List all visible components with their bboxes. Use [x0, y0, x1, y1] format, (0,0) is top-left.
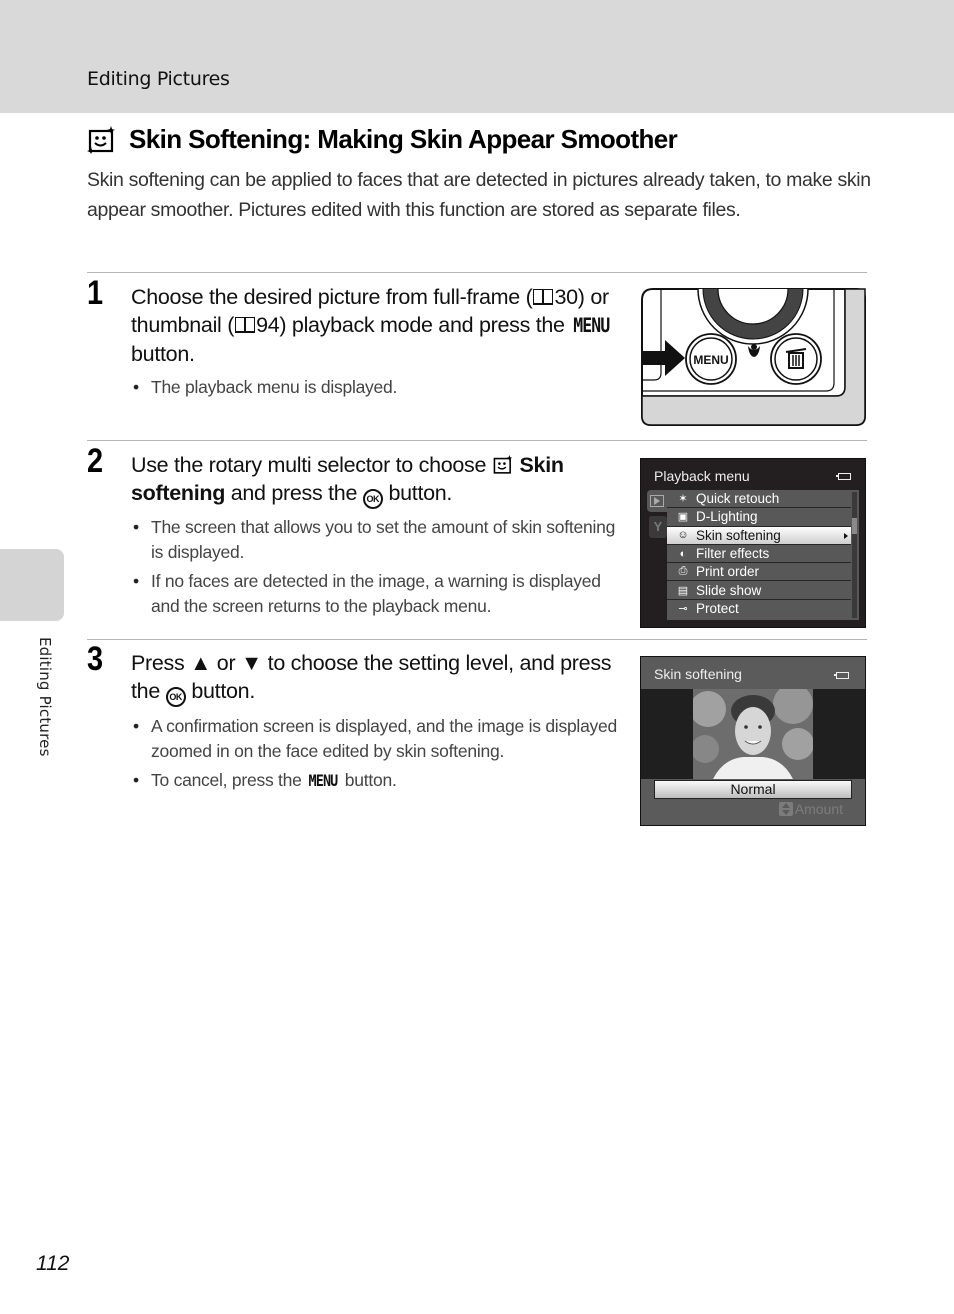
- slide-show-icon: ▤: [677, 584, 689, 597]
- up-down-icon: [778, 802, 793, 816]
- text: and press the: [225, 481, 363, 505]
- page-title: Skin Softening: Making Skin Appear Smoot…: [87, 124, 678, 155]
- menu-item-label: Protect: [696, 601, 739, 617]
- bullet-item: The screen that allows you to set the am…: [131, 515, 621, 565]
- playback-menu-screen: Playback menu Y ✶ Quick retouch ▣ D-Lightin…: [640, 458, 866, 628]
- step-number: 3: [87, 640, 104, 678]
- submenu-arrow-icon: [844, 532, 848, 539]
- scrollbar[interactable]: [852, 492, 857, 618]
- filter-effects-icon: ◐: [679, 547, 687, 560]
- divider: [87, 639, 867, 640]
- protect-key-icon: ⊸: [678, 603, 688, 616]
- text: or: [211, 651, 241, 675]
- down-arrow-icon: ▼: [241, 651, 262, 675]
- menu-item-label: D-Lighting: [696, 509, 758, 525]
- text: button.: [131, 342, 195, 366]
- menu-item-filter-effects[interactable]: ◐ Filter effects: [667, 545, 851, 564]
- section-title: Editing Pictures: [87, 68, 230, 90]
- amount-value-selector[interactable]: Normal: [654, 780, 852, 799]
- battery-icon: [834, 672, 849, 679]
- menu-item-skin-softening[interactable]: ☺ Skin softening: [667, 526, 851, 545]
- page-number: 112: [36, 1252, 70, 1275]
- menu-button-glyph: MENU: [573, 314, 611, 337]
- menu-panel: ✶ Quick retouch ▣ D-Lighting ☺ Skin softening…: [667, 490, 859, 620]
- book-reference-icon: [533, 289, 554, 305]
- text: button.: [382, 481, 453, 505]
- step-3-heading: Press ▲ or ▼ to choose the setting level…: [131, 649, 631, 707]
- print-order-icon: ⎙: [678, 565, 688, 578]
- menu-item-quick-retouch[interactable]: ✶ Quick retouch: [667, 490, 851, 509]
- face-photo: [693, 689, 813, 779]
- step-2-bullets: The screen that allows you to set the am…: [131, 515, 621, 623]
- step-number: 1: [87, 274, 104, 312]
- amount-hint: Amount: [778, 801, 843, 817]
- bullet-item: The playback menu is displayed.: [131, 375, 621, 400]
- side-tab: [0, 549, 64, 621]
- menu-tabs: Y: [647, 490, 669, 620]
- text: To cancel, press the: [151, 770, 307, 790]
- menu-list: ✶ Quick retouch ▣ D-Lighting ☺ Skin softening…: [667, 490, 851, 618]
- wrench-icon: Y: [653, 519, 663, 534]
- scrollbar-thumb[interactable]: [852, 518, 857, 534]
- menu-item-label: Slide show: [696, 582, 762, 598]
- screen-title: Skin softening: [654, 666, 742, 682]
- quick-retouch-icon: ✶: [678, 493, 688, 506]
- hint-label: Amount: [794, 801, 843, 817]
- side-tab-label: Editing Pictures: [36, 637, 54, 757]
- ok-button-icon: OK: [165, 687, 186, 707]
- menu-button-glyph: MENU: [308, 771, 339, 790]
- menu-item-print-order[interactable]: ⎙ Print order: [667, 563, 851, 582]
- menu-item-label: Skin softening: [696, 527, 781, 543]
- screen-title: Playback menu: [654, 468, 750, 484]
- menu-item-label: Quick retouch: [696, 491, 780, 507]
- text: button.: [185, 679, 255, 703]
- ok-button-icon: OK: [362, 489, 383, 509]
- divider: [87, 272, 867, 273]
- bullet-item: To cancel, press the MENU button.: [131, 768, 621, 793]
- text: Use the rotary multi selector to choose: [131, 453, 492, 477]
- text: ) playback mode and press the: [279, 313, 571, 337]
- skin-softening-screen: Skin softening Normal Amount: [640, 656, 866, 826]
- step-1-heading: Choose the desired picture from full-fra…: [131, 283, 631, 368]
- header-band: Editing Pictures: [0, 0, 954, 113]
- step-3-bullets: A confirmation screen is displayed, and …: [131, 714, 621, 797]
- step-2-heading: Use the rotary multi selector to choose …: [131, 451, 631, 509]
- camera-illustration: MENU: [641, 288, 866, 426]
- page-reference: 94: [256, 313, 280, 337]
- menu-item-label: Print order: [696, 564, 760, 580]
- menu-item-label: Filter effects: [696, 546, 770, 562]
- menu-item-d-lighting[interactable]: ▣ D-Lighting: [667, 508, 851, 527]
- text: Choose the desired picture from full-fra…: [131, 285, 533, 309]
- text: button.: [340, 770, 397, 790]
- page-reference: 30: [554, 285, 578, 309]
- menu-item-slide-show[interactable]: ▤ Slide show: [667, 581, 851, 600]
- skin-softening-icon: ☺: [677, 529, 689, 542]
- setup-tab[interactable]: Y: [649, 516, 667, 538]
- bullet-item: If no faces are detected in the image, a…: [131, 569, 621, 619]
- playback-icon: [650, 495, 664, 507]
- intro-paragraph: Skin softening can be applied to faces t…: [87, 169, 871, 221]
- d-lighting-icon: ▣: [677, 511, 689, 524]
- divider: [87, 440, 867, 441]
- bullet-item: A confirmation screen is displayed, and …: [131, 714, 621, 764]
- skin-softening-icon: [87, 125, 115, 154]
- step-number: 2: [87, 442, 104, 480]
- photo-area: [641, 689, 865, 779]
- page-title-text: Skin Softening: Making Skin Appear Smoot…: [129, 124, 678, 154]
- up-arrow-icon: ▲: [190, 651, 212, 675]
- skin-softening-icon: [493, 455, 513, 474]
- battery-icon: [836, 473, 851, 480]
- menu-item-protect[interactable]: ⊸ Protect: [667, 600, 851, 618]
- menu-button-label: MENU: [693, 353, 728, 367]
- step-1-bullets: The playback menu is displayed.: [131, 375, 621, 404]
- book-reference-icon: [235, 317, 256, 333]
- playback-tab[interactable]: [647, 490, 669, 512]
- text: Press: [131, 651, 191, 675]
